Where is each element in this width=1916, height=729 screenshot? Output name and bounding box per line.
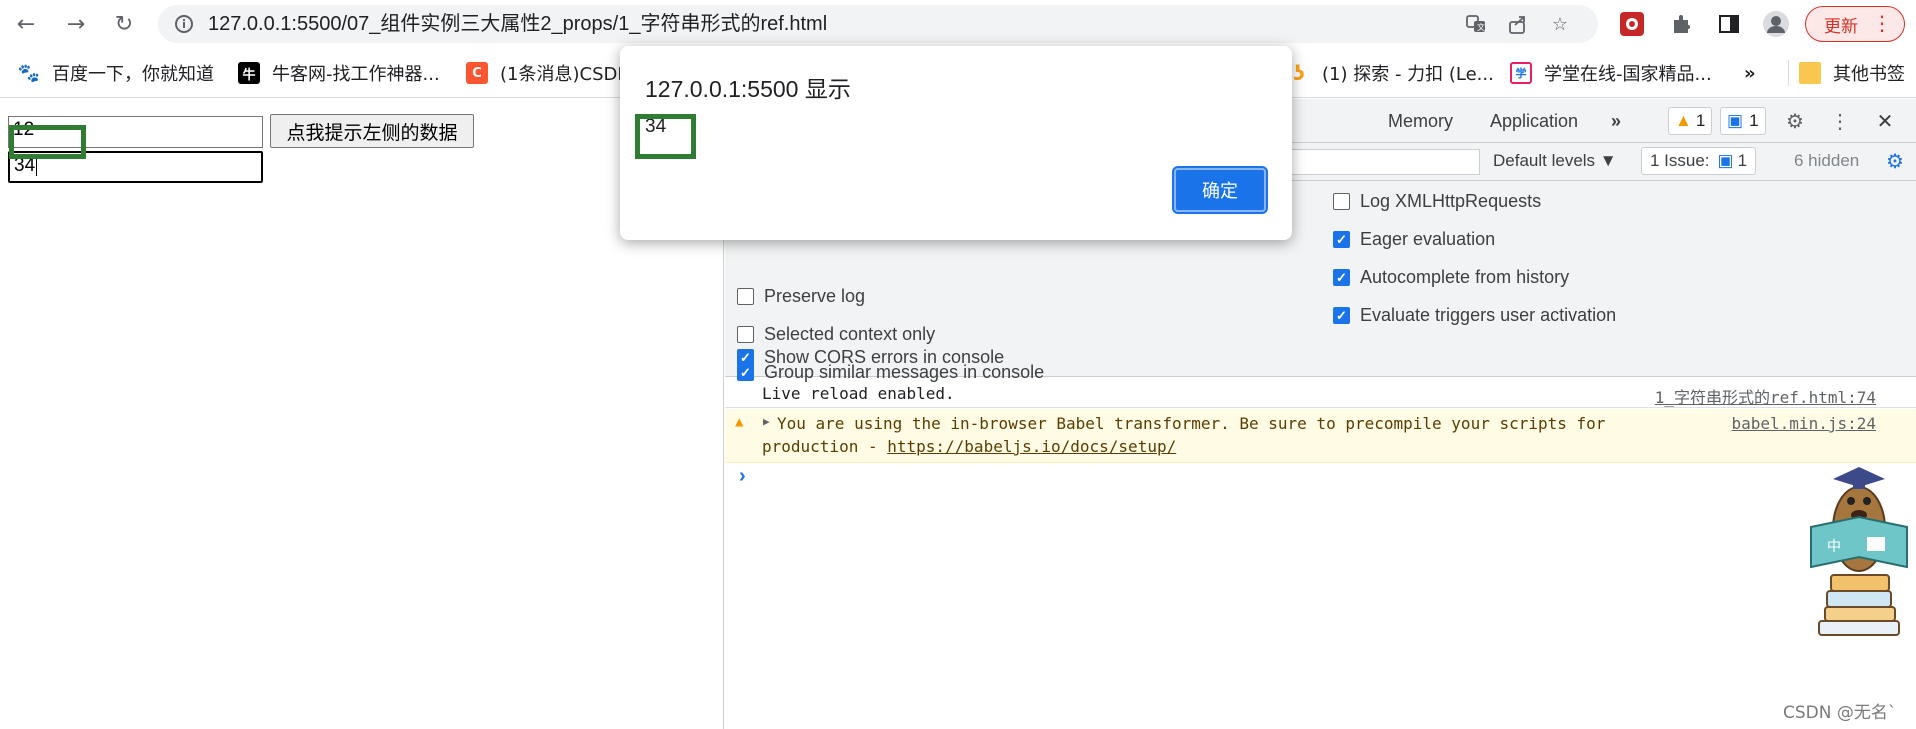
baidu-paw-icon: 🐾 <box>17 62 41 84</box>
tab-memory[interactable]: Memory <box>1388 111 1453 132</box>
checkbox-checked[interactable]: ✓ <box>1333 307 1350 324</box>
bookmarks-overflow-chevron[interactable]: » <box>1744 60 1756 86</box>
xuetangx-icon: 学 <box>1510 62 1532 84</box>
translate-icon[interactable]: 文 <box>1464 12 1488 36</box>
side-panel-icon[interactable] <box>1715 10 1743 38</box>
checkbox-checked[interactable]: ✓ <box>1333 231 1350 248</box>
svg-text:中: 中 <box>1827 539 1841 555</box>
dialog-ok-button[interactable]: 确定 <box>1172 166 1268 214</box>
profile-avatar-icon[interactable] <box>1762 10 1790 38</box>
hidden-count: 6 hidden <box>1794 151 1860 170</box>
console-prompt-caret[interactable]: › <box>739 465 746 488</box>
dialog-title: 127.0.0.1:5500 显示 <box>645 76 851 102</box>
address-bar[interactable]: 127.0.0.1:5500/07_组件实例三大属性2_props/1_字符串形… <box>158 5 1598 43</box>
opt-eager-eval[interactable]: ✓ Eager evaluation <box>1333 229 1495 250</box>
highlight-box-input <box>9 125 86 159</box>
folder-icon <box>1799 62 1821 84</box>
option-label: Selected context only <box>764 324 936 344</box>
option-label: Show CORS errors in console <box>764 347 1005 367</box>
option-label: Eager evaluation <box>1360 229 1496 249</box>
option-label: Preserve log <box>764 286 866 306</box>
warning-prefix: production - <box>762 437 888 456</box>
bookmark-other-folder[interactable]: 其他书签 <box>1788 60 1905 86</box>
share-icon[interactable] <box>1506 12 1530 36</box>
warnings-badge[interactable]: ▲ 1 <box>1668 107 1713 135</box>
show-left-data-button[interactable]: 点我提示左侧的数据 <box>270 114 474 148</box>
csdn-icon: C <box>466 62 488 84</box>
bookmark-nowcoder[interactable]: 牛 牛客网-找工作神器... <box>238 60 440 86</box>
issues-label: 1 Issue: <box>1650 151 1710 170</box>
checkbox[interactable] <box>1333 193 1350 210</box>
opt-show-cors[interactable]: ✓ Show CORS errors in console <box>737 347 1004 368</box>
issues-button[interactable]: 1 Issue: ▣ 1 <box>1641 147 1757 175</box>
checkbox[interactable] <box>737 326 754 343</box>
checkbox-checked[interactable]: ✓ <box>1333 269 1350 286</box>
site-info-icon[interactable] <box>172 12 196 36</box>
update-button-label: 更新 <box>1824 16 1858 37</box>
bookmark-baidu[interactable]: 🐾 百度一下，你就知道 <box>18 60 214 86</box>
bookmark-label: (1条消息)CSDN <box>500 64 631 85</box>
devtools-settings-gear-icon[interactable]: ⚙ <box>1781 107 1809 135</box>
option-label: Autocomplete from history <box>1360 267 1570 287</box>
checkbox-checked[interactable]: ✓ <box>737 349 754 366</box>
page-viewport: 12 点我提示左侧的数据 34 <box>0 99 724 729</box>
opt-selected-context[interactable]: Selected context only <box>737 324 935 345</box>
option-label: Log XMLHttpRequests <box>1360 191 1542 211</box>
opt-log-xhr[interactable]: Log XMLHttpRequests <box>1333 191 1541 212</box>
tabs-overflow-chevron[interactable]: » <box>1611 111 1621 132</box>
warning-text-line2: production - https://babeljs.io/docs/set… <box>762 437 1176 456</box>
bookmark-leetcode[interactable]: ʖ (1) 探索 - 力扣 (Le... <box>1288 60 1494 86</box>
reload-icon[interactable]: ↻ <box>108 8 140 40</box>
warning-triangle-icon: ▲ <box>735 414 744 430</box>
tab-application[interactable]: Application <box>1490 111 1578 132</box>
console-source-link[interactable]: 1_字符串形式的ref.html:74 <box>1655 384 1876 408</box>
issue-bubble-icon: ▣ <box>1717 151 1734 170</box>
bookmark-label: » <box>1744 62 1756 84</box>
mascot-sticker-icon: 中 <box>1805 457 1915 647</box>
csdn-watermark: CSDN @无名` <box>1783 703 1897 723</box>
expand-triangle-icon[interactable]: ▶ <box>763 415 770 428</box>
highlight-box-dialog <box>635 114 696 159</box>
console-settings-gear-icon[interactable]: ⚙ <box>1881 147 1909 175</box>
nowcoder-icon: 牛 <box>238 62 260 84</box>
url-text: 127.0.0.1:5500/07_组件实例三大属性2_props/1_字符串形… <box>208 13 828 35</box>
messages-count: 1 <box>1749 111 1759 130</box>
bookmark-xuetangx[interactable]: 学 学堂在线-国家精品... <box>1510 60 1712 86</box>
devtools-menu-dots-icon[interactable]: ⋮ <box>1826 107 1854 135</box>
bookmark-label: 其他书签 <box>1833 64 1905 85</box>
svg-text:文: 文 <box>1477 22 1485 32</box>
browser-toolbar: ← → ↻ 127.0.0.1:5500/07_组件实例三大属性2_props/… <box>0 0 1916 48</box>
warning-text-line1: You are using the in-browser Babel trans… <box>777 414 1606 433</box>
checkbox[interactable] <box>737 288 754 305</box>
default-levels-dropdown[interactable]: Default levels ▼ <box>1493 151 1617 171</box>
issues-count: 1 <box>1737 151 1748 170</box>
console-message-log: Live reload enabled. 1_字符串形式的ref.html:74 <box>725 378 1916 408</box>
extensions-puzzle-icon[interactable] <box>1668 10 1696 38</box>
warnings-count: 1 <box>1695 111 1706 130</box>
bookmark-label: 牛客网-找工作神器... <box>272 64 440 85</box>
devtools-close-icon[interactable]: ✕ <box>1871 107 1899 135</box>
messages-badge[interactable]: ▣ 1 <box>1720 107 1766 135</box>
warning-triangle-icon: ▲ <box>1675 111 1692 130</box>
babel-docs-link[interactable]: https://babeljs.io/docs/setup/ <box>887 437 1176 456</box>
back-icon[interactable]: ← <box>10 8 42 40</box>
bookmark-label: 百度一下，你就知道 <box>52 64 214 85</box>
opt-autocomplete[interactable]: ✓ Autocomplete from history <box>1333 267 1569 288</box>
option-label: Evaluate triggers user activation <box>1360 305 1617 325</box>
update-button[interactable]: 更新 ⋮ <box>1805 6 1905 42</box>
message-bubble-icon: ▣ <box>1727 111 1744 130</box>
bookmark-label: (1) 探索 - 力扣 (Le... <box>1322 64 1494 85</box>
bookmark-csdn[interactable]: C (1条消息)CSDN <box>466 60 631 86</box>
opt-preserve-log[interactable]: Preserve log <box>737 286 865 307</box>
bookmark-label: 学堂在线-国家精品... <box>1544 64 1712 85</box>
warning-source-link[interactable]: babel.min.js:24 <box>1732 414 1877 433</box>
forward-icon[interactable]: → <box>60 8 92 40</box>
menu-dots-icon[interactable]: ⋮ <box>1872 11 1892 35</box>
bookmark-star-icon[interactable]: ☆ <box>1548 12 1572 36</box>
console-message-text: Live reload enabled. <box>762 384 955 403</box>
alert-dialog: 127.0.0.1:5500 显示 34 确定 <box>620 46 1292 240</box>
extension-red-icon[interactable] <box>1618 10 1646 38</box>
console-message-warning: ▲ ▶ You are using the in-browser Babel t… <box>725 409 1916 463</box>
opt-evaluate-triggers[interactable]: ✓ Evaluate triggers user activation <box>1333 305 1616 326</box>
